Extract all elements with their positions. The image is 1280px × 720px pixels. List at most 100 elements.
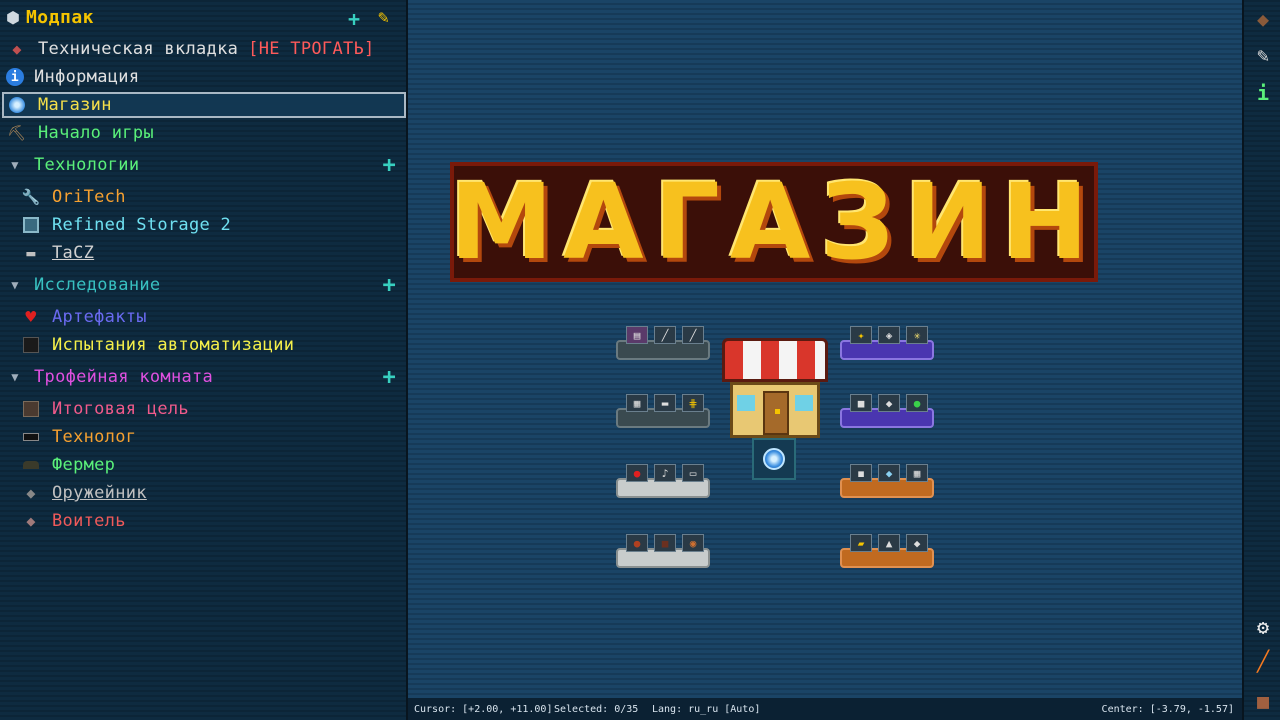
shop-quest-node[interactable] xyxy=(752,438,796,480)
group-label: Исследование xyxy=(34,275,161,295)
item-icon[interactable]: ▤ xyxy=(626,326,648,344)
sidebar-item-info[interactable]: i Информация xyxy=(6,64,139,90)
info-icon[interactable]: i xyxy=(1250,80,1276,106)
item-icon[interactable]: ▰ xyxy=(850,534,872,552)
item-icon[interactable]: ■ xyxy=(654,534,676,552)
item-icon[interactable]: ╱ xyxy=(654,326,676,344)
shop-title-banner: МАГАЗИН xyxy=(450,162,1098,282)
item-icon[interactable]: ▬ xyxy=(654,394,676,412)
sidebar-item-oritech[interactable]: 🔧 OriTech xyxy=(20,184,126,210)
window xyxy=(737,395,755,411)
item-icon[interactable]: ╱ xyxy=(682,326,704,344)
pack-title: Модпак xyxy=(25,6,94,28)
shield-icon: ◆ xyxy=(26,512,36,530)
status-bar: Cursor: [+2.00, +11.00] Selected: 0/35 L… xyxy=(408,698,1242,720)
pack-header: ⬢ Модпак + ✎ xyxy=(6,4,402,32)
group-technologies[interactable]: ▼ Технологии + xyxy=(6,152,402,178)
sidebar-item-label: OriTech xyxy=(52,187,126,207)
cube-icon: ⬢ xyxy=(6,7,20,27)
sidebar-item-label: Фермер xyxy=(52,455,116,475)
bag-icon[interactable]: ◆ xyxy=(1250,6,1276,32)
info-icon: i xyxy=(6,68,24,86)
item-icon[interactable]: ◆ xyxy=(906,534,928,552)
pickaxe-icon: ⛏ xyxy=(7,124,27,142)
sidebar-item-technical[interactable]: ◆ Техническая вкладка [НЕ ТРОГАТЬ] xyxy=(6,36,375,62)
orb-icon xyxy=(6,95,28,115)
sidebar-item-label: Итоговая цель xyxy=(52,399,189,419)
shelf-purple-2[interactable]: ■ ◆ ● xyxy=(840,394,934,428)
center-readout: Center: [-3.79, -1.57] xyxy=(1101,703,1234,715)
sidebar-item-label: Технолог xyxy=(52,427,137,447)
item-icon[interactable]: ▦ xyxy=(626,394,648,412)
shop-title: МАГАЗИН xyxy=(449,161,1099,283)
hat-icon xyxy=(20,455,42,475)
heart-icon: ♥ xyxy=(25,306,37,328)
sidebar-item-label: Магазин xyxy=(38,95,112,115)
add-chapter-icon[interactable]: + xyxy=(348,7,360,31)
gear-icon[interactable]: ⚙ xyxy=(1250,614,1276,640)
item-icon[interactable]: ◆ xyxy=(878,394,900,412)
item-icon[interactable]: ◈ xyxy=(878,326,900,344)
add-quest-icon[interactable]: + xyxy=(382,273,396,298)
cursor-readout: Cursor: [+2.00, +11.00] xyxy=(414,703,553,715)
chevron-down-icon: ▼ xyxy=(11,370,19,384)
mask-icon xyxy=(20,427,42,447)
sidebar-item-artifacts[interactable]: ♥ Артефакты xyxy=(20,304,147,330)
sidebar-item-technologist[interactable]: Технолог xyxy=(20,424,136,450)
sidebar-item-tacz[interactable]: ▬ TaCZ xyxy=(20,240,94,266)
shelf-dark-2[interactable]: ▦ ▬ ⋕ xyxy=(616,394,710,428)
selected-readout: Selected: 0/35 xyxy=(554,703,639,715)
item-icon[interactable]: ▭ xyxy=(682,464,704,482)
shop-building-image xyxy=(722,338,828,442)
shelf-orange-1[interactable]: ◼ ◆ ▦ xyxy=(840,464,934,498)
item-icon[interactable]: ◼ xyxy=(850,464,872,482)
item-icon[interactable]: ● xyxy=(626,464,648,482)
shelf-light-1[interactable]: ● ♪ ▭ xyxy=(616,464,710,498)
item-icon[interactable]: ◆ xyxy=(878,464,900,482)
item-icon[interactable]: ▦ xyxy=(906,464,928,482)
shelf-dark-1[interactable]: ▤ ╱ ╱ xyxy=(616,326,710,360)
sidebar-item-automation[interactable]: Испытания автоматизации xyxy=(20,332,294,358)
pencil-icon[interactable]: ╱ xyxy=(1250,648,1276,674)
sidebar-item-farmer[interactable]: Фермер xyxy=(20,452,115,478)
helmet-icon: ◆ xyxy=(26,484,36,502)
shelf-light-2[interactable]: ● ■ ◉ xyxy=(616,534,710,568)
item-icon[interactable]: ● xyxy=(906,394,928,412)
sidebar-item-suffix: [НЕ ТРОГАТЬ] xyxy=(248,39,375,59)
sidebar-item-label: Испытания автоматизации xyxy=(52,335,295,355)
sidebar-item-label: Refined Storage 2 xyxy=(52,215,232,235)
shelf-orange-2[interactable]: ▰ ▲ ◆ xyxy=(840,534,934,568)
pin-icon[interactable]: ✎ xyxy=(378,7,389,28)
item-icon[interactable]: ▲ xyxy=(878,534,900,552)
chapter-sidebar: ⬢ Модпак + ✎ ◆ Техническая вкладка [НЕ Т… xyxy=(0,0,408,720)
group-research[interactable]: ▼ Исследование + xyxy=(6,272,402,298)
sidebar-item-start[interactable]: ⛏ Начало игры xyxy=(6,120,154,146)
player-head-icon[interactable]: ■ xyxy=(1250,688,1276,714)
block-icon xyxy=(20,335,42,355)
item-icon[interactable]: ⋕ xyxy=(682,394,704,412)
shelf-purple-1[interactable]: ✦ ◈ ✳ xyxy=(840,326,934,360)
pin-icon[interactable]: ✎ xyxy=(1250,42,1276,68)
item-icon[interactable]: ◉ xyxy=(682,534,704,552)
group-label: Трофейная комната xyxy=(34,367,214,387)
sidebar-item-refined-storage[interactable]: Refined Storage 2 xyxy=(20,212,231,238)
sidebar-item-warrior[interactable]: ◆ Воитель xyxy=(20,508,126,534)
gun-icon: ▬ xyxy=(26,244,36,262)
sidebar-item-label: Техническая вкладка xyxy=(38,39,239,59)
group-label: Технологии xyxy=(34,155,140,175)
sidebar-item-label: Воитель xyxy=(52,511,126,531)
item-icon[interactable]: ♪ xyxy=(654,464,676,482)
sidebar-item-final-goal[interactable]: Итоговая цель xyxy=(20,396,189,422)
item-icon[interactable]: ■ xyxy=(850,394,872,412)
storage-block-icon xyxy=(20,215,42,235)
sidebar-item-gunsmith[interactable]: ◆ Оружейник xyxy=(20,480,147,506)
item-icon[interactable]: ✳ xyxy=(906,326,928,344)
right-toolbar: ◆ ✎ i ⚙ ╱ ■ xyxy=(1242,0,1280,720)
item-icon[interactable]: ● xyxy=(626,534,648,552)
add-quest-icon[interactable]: + xyxy=(382,365,396,390)
sidebar-item-shop[interactable]: Магазин xyxy=(2,92,406,118)
sidebar-item-label: TaCZ xyxy=(52,243,95,263)
add-quest-icon[interactable]: + xyxy=(382,153,396,178)
item-icon[interactable]: ✦ xyxy=(850,326,872,344)
group-trophy-room[interactable]: ▼ Трофейная комната + xyxy=(6,364,402,390)
